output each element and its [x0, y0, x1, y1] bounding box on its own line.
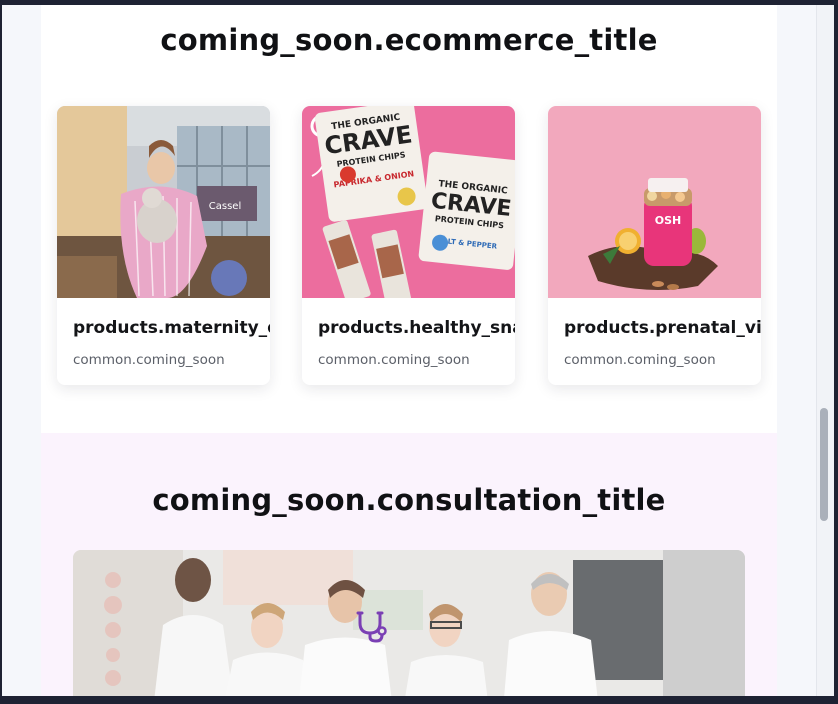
product-status: common.coming_soon [73, 352, 225, 368]
page-viewport: coming_soon.ecommerce_title Cassel produ… [2, 5, 816, 696]
doctors-team-image [73, 550, 745, 696]
healthy-snack-image: THE ORGANIC CRAVE PROTEIN CHIPS PAPRIKA … [302, 106, 515, 298]
product-name: products.prenatal_vita [564, 318, 761, 338]
consultation-section: coming_soon.consultation_title [41, 433, 777, 696]
maternity-dress-image: Cassel [57, 106, 270, 298]
product-card-snack[interactable]: THE ORGANIC CRAVE PROTEIN CHIPS PAPRIKA … [302, 106, 515, 385]
product-name: products.healthy_snack [318, 318, 515, 338]
scrollbar-track[interactable] [816, 5, 834, 696]
product-card-maternity[interactable]: Cassel products.maternity_dre common.com… [57, 106, 270, 385]
product-status: common.coming_soon [564, 352, 716, 368]
prenatal-vitamins-image: OSH [548, 106, 761, 298]
product-card-vitamins[interactable]: OSH products.prenatal_vita common.coming… [548, 106, 761, 385]
scrollbar-thumb[interactable] [820, 408, 828, 521]
osh-brand: OSH [655, 214, 681, 227]
product-status: common.coming_soon [318, 352, 470, 368]
consultation-title: coming_soon.consultation_title [152, 483, 666, 517]
product-name: products.maternity_dre [73, 318, 270, 338]
ecommerce-title: coming_soon.ecommerce_title [160, 23, 658, 57]
ecommerce-section: coming_soon.ecommerce_title Cassel produ… [41, 5, 777, 433]
cassel-sign: Cassel [209, 201, 241, 212]
stethoscope-icon [356, 611, 387, 643]
